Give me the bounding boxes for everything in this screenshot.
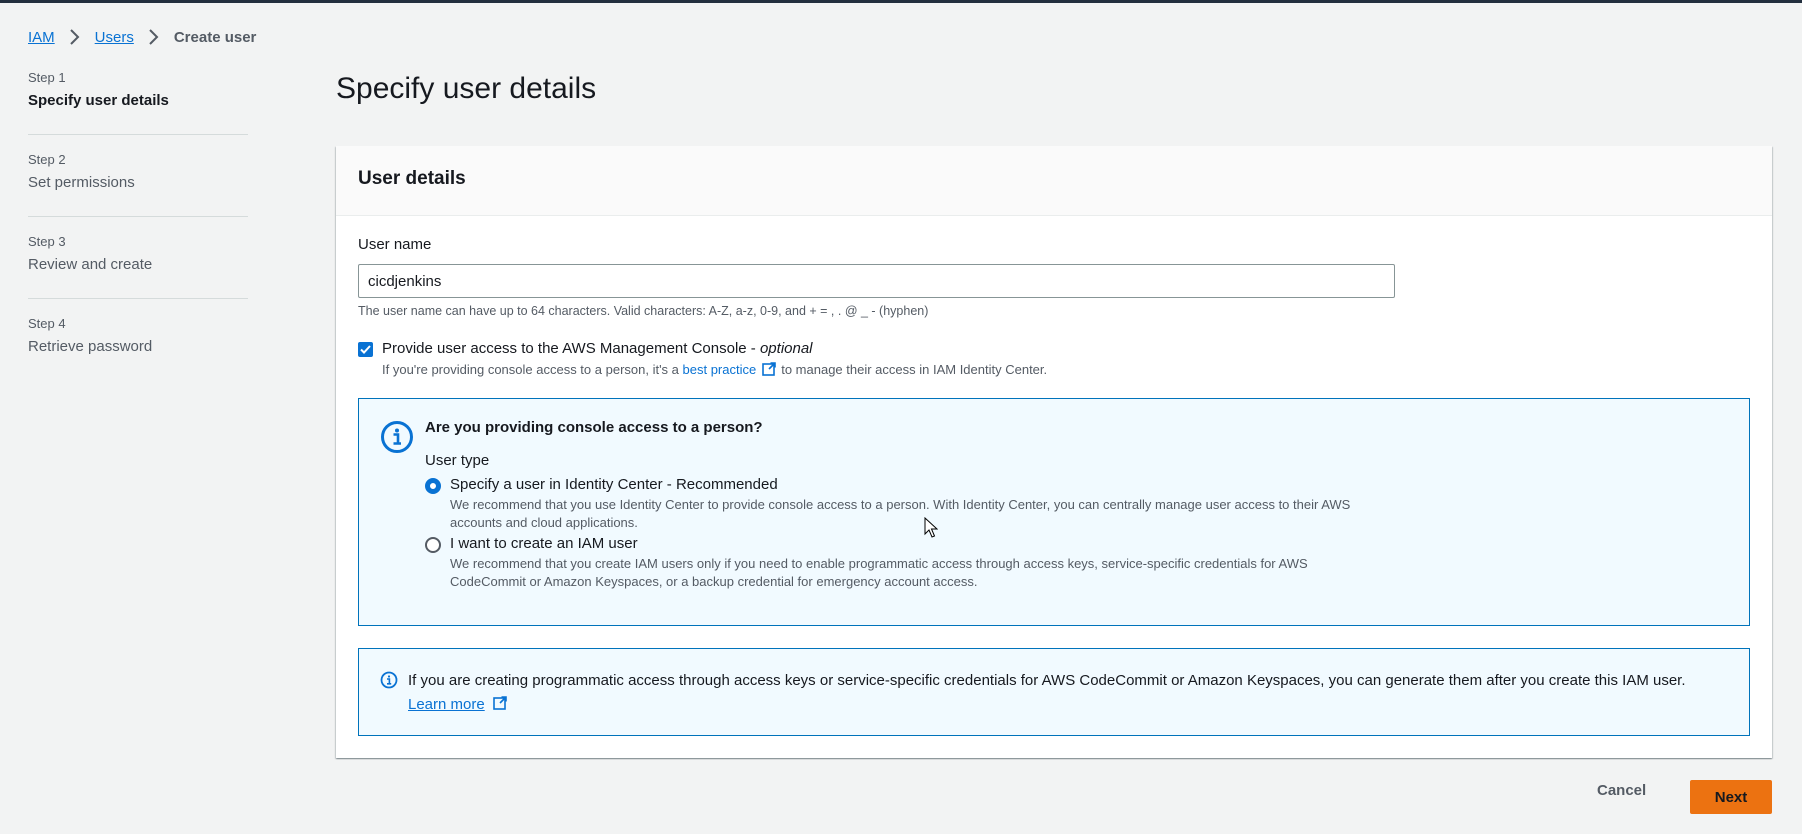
breadcrumb-current: Create user [173, 28, 257, 46]
step-title: Review and create [28, 256, 153, 273]
step-number: Step 3 [28, 234, 66, 249]
username-input[interactable]: cicdjenkins [358, 264, 1395, 298]
console-access-label-text: Provide user access to the AWS Managemen… [382, 340, 760, 357]
mouse-cursor-icon [924, 516, 939, 539]
checkmark-icon [360, 345, 371, 354]
user-details-container: User details User name cicdjenkins The u… [336, 146, 1772, 758]
external-link-icon [492, 695, 508, 711]
step-divider [28, 134, 248, 135]
step-title: Specify user details [28, 92, 169, 109]
wizard-step-3: Step 3 Review and create [28, 234, 248, 316]
chevron-right-icon [143, 27, 165, 47]
step-divider [28, 298, 248, 299]
page-title: Specify user details [336, 72, 597, 105]
desc-before: If you're providing console access to a … [382, 361, 683, 377]
alert-heading: Are you providing console access to a pe… [425, 419, 763, 436]
step-divider [28, 216, 248, 217]
iam-user-radio-desc: We recommend that you create IAM users o… [450, 556, 1308, 589]
console-access-label[interactable]: Provide user access to the AWS Managemen… [382, 340, 813, 357]
step-number: Step 2 [28, 152, 66, 167]
username-label: User name [358, 236, 432, 253]
wizard-steps: Step 1 Specify user details Step 2 Set p… [28, 70, 248, 398]
identity-center-radio[interactable] [425, 478, 441, 494]
step-number: Step 1 [28, 70, 66, 85]
programmatic-access-message: If you are creating programmatic access … [408, 672, 1686, 689]
info-icon [380, 671, 398, 689]
programmatic-access-alert: If you are creating programmatic access … [358, 648, 1750, 736]
optional-label: optional [759, 340, 813, 357]
iam-user-radio[interactable] [425, 537, 441, 553]
best-practice-link[interactable]: best practice [683, 362, 757, 377]
username-constraint: The user name can have up to 64 characte… [358, 304, 929, 318]
console-access-description: If you're providing console access to a … [382, 361, 1047, 377]
step-title: Set permissions [28, 174, 135, 191]
identity-center-radio-desc: We recommend that you use Identity Cente… [450, 497, 1351, 530]
container-title: User details [358, 168, 466, 189]
wizard-step-4: Step 4 Retrieve password [28, 316, 248, 398]
breadcrumb: IAM Users Create user [28, 27, 256, 47]
container-header: User details [336, 146, 1772, 216]
iam-user-radio-label[interactable]: I want to create an IAM user [450, 535, 638, 552]
chevron-right-icon [64, 27, 86, 47]
breadcrumb-iam-link[interactable]: IAM [28, 29, 55, 46]
console-access-alert: Are you providing console access to a pe… [358, 398, 1750, 626]
identity-center-radio-label[interactable]: Specify a user in Identity Center - Reco… [450, 476, 778, 493]
console-access-checkbox[interactable] [358, 342, 373, 357]
desc-after: to manage their access in IAM Identity C… [781, 361, 1048, 377]
wizard-step-1: Step 1 Specify user details [28, 70, 248, 152]
step-title: Retrieve password [28, 338, 153, 355]
programmatic-access-text: If you are creating programmatic access … [408, 669, 1738, 717]
breadcrumb-users-link[interactable]: Users [95, 29, 134, 46]
wizard-step-2: Step 2 Set permissions [28, 152, 248, 234]
user-type-label: User type [425, 452, 490, 469]
step-number: Step 4 [28, 316, 66, 331]
top-bar [0, 0, 1802, 3]
info-icon [380, 420, 414, 454]
next-button[interactable]: Next [1690, 780, 1772, 814]
cancel-button[interactable]: Cancel [1597, 782, 1646, 799]
external-link-icon [761, 361, 777, 377]
learn-more-link[interactable]: Learn more [408, 696, 485, 713]
